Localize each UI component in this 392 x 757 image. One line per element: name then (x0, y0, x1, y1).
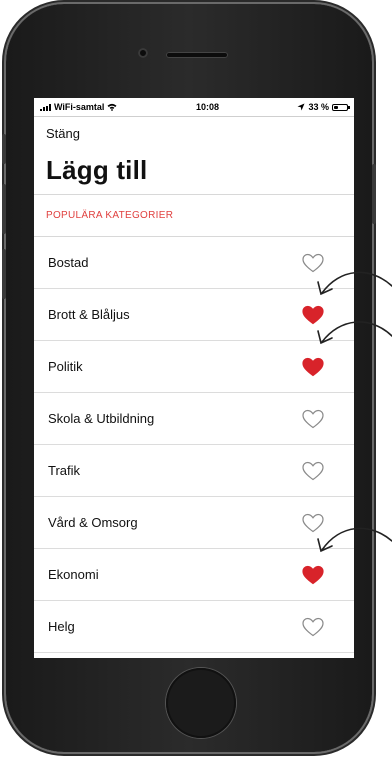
wifi-icon (107, 103, 117, 111)
front-camera (138, 48, 148, 58)
category-label: Skola & Utbildning (48, 411, 155, 426)
heart-filled-icon[interactable] (302, 357, 324, 377)
battery-icon (331, 103, 350, 111)
heart-outline-icon[interactable] (302, 253, 324, 273)
category-row[interactable]: Ekonomi (34, 549, 354, 601)
category-list: Bostad Brott & Blåljus Politik Skola & Utbi… (34, 237, 354, 653)
side-button-left-3 (2, 249, 6, 299)
earpiece-speaker (166, 52, 228, 58)
heart-filled-icon[interactable] (302, 565, 324, 585)
category-label: Brott & Blåljus (48, 307, 130, 322)
category-row[interactable]: Vård & Omsorg (34, 497, 354, 549)
heart-outline-icon[interactable] (302, 617, 324, 637)
category-row[interactable]: Bostad (34, 237, 354, 289)
side-button-left-2 (2, 184, 6, 234)
stage: WiFi-samtal 10:08 33 % Stäng Lägg till P… (0, 0, 392, 757)
signal-icon (40, 103, 51, 111)
battery-percent: 33 % (308, 102, 329, 112)
page-title: Lägg till (34, 141, 354, 195)
phone-screen: WiFi-samtal 10:08 33 % Stäng Lägg till P… (34, 98, 354, 658)
heart-outline-icon[interactable] (302, 409, 324, 429)
category-row[interactable]: Brott & Blåljus (34, 289, 354, 341)
status-time: 10:08 (195, 102, 219, 112)
category-label: Politik (48, 359, 83, 374)
category-label: Bostad (48, 255, 89, 270)
category-label: Trafik (48, 463, 81, 478)
side-button-right (372, 164, 376, 224)
battery-level (333, 105, 338, 109)
heart-outline-icon[interactable] (302, 513, 324, 533)
status-bar: WiFi-samtal 10:08 33 % (34, 98, 354, 117)
category-label: Ekonomi (48, 567, 99, 582)
carrier-label: WiFi-samtal (54, 102, 105, 112)
section-header-popular: POPULÄRA KATEGORIER (34, 195, 354, 237)
heart-outline-icon[interactable] (302, 461, 324, 481)
category-row[interactable]: Politik (34, 341, 354, 393)
category-label: Vård & Omsorg (48, 515, 138, 530)
category-row[interactable]: Skola & Utbildning (34, 393, 354, 445)
location-arrow-icon (297, 103, 305, 111)
home-button[interactable] (166, 668, 236, 738)
heart-filled-icon[interactable] (302, 305, 324, 325)
side-button-left-1 (2, 134, 6, 164)
status-left: WiFi-samtal (40, 102, 117, 112)
status-right: 33 % (297, 102, 350, 112)
category-row[interactable]: Trafik (34, 445, 354, 497)
category-label: Helg (48, 619, 75, 634)
close-button[interactable]: Stäng (34, 117, 354, 141)
category-row[interactable]: Helg (34, 601, 354, 653)
